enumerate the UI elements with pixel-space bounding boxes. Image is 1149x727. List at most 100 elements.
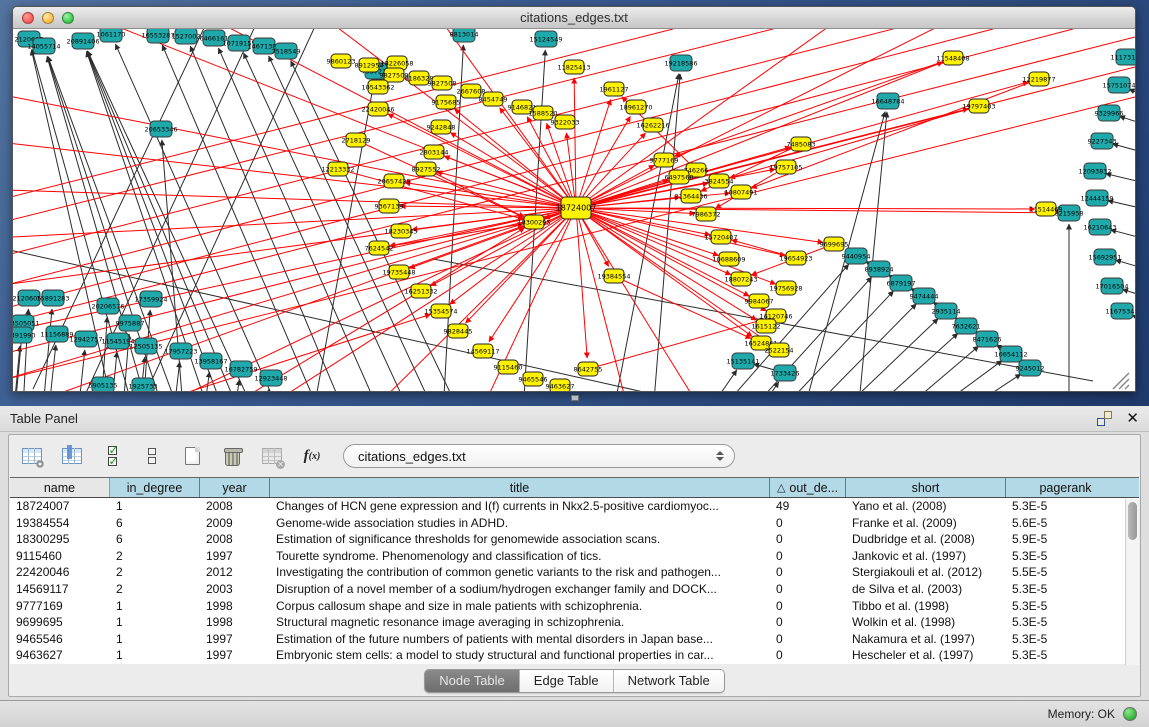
column-header-year[interactable]: year xyxy=(200,478,270,497)
column-header-out_de[interactable]: △out_de... xyxy=(770,478,846,497)
graph-node[interactable]: 12923448 xyxy=(254,370,287,386)
graph-node[interactable]: 1961127 xyxy=(600,82,629,96)
graph-node[interactable]: 15720407 xyxy=(704,230,737,244)
column-header-title[interactable]: title xyxy=(270,478,770,497)
column-header-pagerank[interactable]: pagerank xyxy=(1006,478,1125,497)
graph-node[interactable]: 8642755 xyxy=(574,362,603,376)
graph-node[interactable]: 8813014 xyxy=(450,29,479,42)
float-panel-icon[interactable] xyxy=(1097,411,1112,426)
graph-node[interactable]: 20891406 xyxy=(66,33,99,49)
graph-node[interactable]: 7632621 xyxy=(952,318,981,334)
table-row[interactable]: 1872400712008Changes of HCN gene express… xyxy=(10,498,1139,515)
graph-node[interactable]: 9860123 xyxy=(327,54,356,68)
graph-node[interactable]: 9975887 xyxy=(116,315,145,331)
graph-node[interactable]: 1733426 xyxy=(771,365,800,381)
graph-node[interactable]: 7518549 xyxy=(272,43,301,59)
vertical-scrollbar[interactable] xyxy=(1125,499,1139,665)
graph-node[interactable]: 9474444 xyxy=(910,288,939,304)
table-row[interactable]: 1830029562008Estimation of significance … xyxy=(10,531,1139,548)
graph-node[interactable]: 9465546 xyxy=(519,372,548,386)
tab-edge-table[interactable]: Edge Table xyxy=(520,670,614,692)
graph-node[interactable]: 12444159 xyxy=(1080,190,1113,206)
network-canvas[interactable]: 2120605140557142089140610611701655328715… xyxy=(13,29,1135,392)
graph-node[interactable]: 11675345 xyxy=(1105,303,1135,319)
table-row[interactable]: 1938455462009Genome-wide association stu… xyxy=(10,515,1139,532)
graph-node[interactable]: 16210643 xyxy=(1083,219,1116,235)
graph-node[interactable]: 9699695 xyxy=(820,237,849,251)
graph-node[interactable]: 9115460 xyxy=(494,360,523,374)
graph-node[interactable]: 16251332 xyxy=(404,284,437,298)
graph-node[interactable]: 16782759 xyxy=(224,361,257,377)
graph-node[interactable]: 2935114 xyxy=(932,303,961,319)
graph-node[interactable]: 10688609 xyxy=(712,252,745,266)
row-options-icon[interactable] xyxy=(139,444,165,468)
graph-node[interactable]: 9175685 xyxy=(432,95,461,109)
graph-node[interactable]: 16648784 xyxy=(871,93,904,109)
table-row[interactable]: 946362711997Embryonic stem cells: a mode… xyxy=(10,647,1139,664)
graph-node[interactable]: 15751074 xyxy=(1102,77,1135,93)
graph-node[interactable]: 1061170 xyxy=(97,29,126,42)
column-header-name[interactable]: name xyxy=(10,478,110,497)
table-row[interactable]: 911546021997Tourette syndrome. Phenomeno… xyxy=(10,548,1139,565)
graph-node[interactable]: 9329966 xyxy=(1095,105,1124,121)
graph-node[interactable]: 18724007 xyxy=(556,197,597,219)
graph-node[interactable]: 11825413 xyxy=(557,60,590,74)
graph-node[interactable]: 6879197 xyxy=(887,275,916,291)
graph-node[interactable]: 16553287 xyxy=(141,29,174,43)
graph-node[interactable]: 1925733 xyxy=(129,378,158,392)
delete-column-icon[interactable] xyxy=(219,444,245,468)
graph-node[interactable]: 17016504 xyxy=(1095,278,1128,294)
graph-node[interactable]: 18961270 xyxy=(619,100,652,114)
table-row[interactable]: 1456911722003Disruption of a novel membe… xyxy=(10,581,1139,598)
tab-node-table[interactable]: Node Table xyxy=(425,670,520,692)
table-row[interactable]: 969969511998Structural magnetic resonanc… xyxy=(10,614,1139,631)
graph-node[interactable]: 19218586 xyxy=(664,55,697,71)
new-table-icon[interactable] xyxy=(179,444,205,468)
graph-node[interactable]: 15692951 xyxy=(1088,249,1121,265)
graph-node[interactable]: 11173106 xyxy=(1110,49,1135,65)
scrollbar-thumb[interactable] xyxy=(1128,502,1137,540)
close-panel-icon[interactable]: ✕ xyxy=(1126,411,1139,426)
graph-node[interactable]: 2803144 xyxy=(420,145,449,159)
close-button[interactable] xyxy=(22,12,34,24)
graph-node[interactable]: 12093832 xyxy=(1078,163,1111,179)
select-columns-icon[interactable] xyxy=(99,444,125,468)
graph-node[interactable]: 1527002 xyxy=(172,29,201,44)
show-columns-icon[interactable] xyxy=(59,444,85,468)
graph-node[interactable]: 15354574 xyxy=(424,304,457,318)
tab-network-table[interactable]: Network Table xyxy=(614,670,724,692)
table-selector[interactable]: citations_edges.txt xyxy=(343,444,735,468)
graph-node[interactable]: 19797403 xyxy=(962,99,995,113)
graph-node[interactable]: 9242848 xyxy=(427,120,456,134)
table-row[interactable]: 2242004622012Investigating the contribut… xyxy=(10,564,1139,581)
graph-node[interactable]: 9440954 xyxy=(842,248,871,264)
function-builder-icon[interactable]: f(x) xyxy=(299,444,325,468)
table-settings-icon[interactable] xyxy=(19,444,45,468)
column-header-short[interactable]: short xyxy=(846,478,1006,497)
splitter-grip[interactable] xyxy=(571,395,579,401)
graph-node[interactable]: 9463627 xyxy=(546,379,575,392)
memory-ok-icon[interactable] xyxy=(1123,707,1137,721)
graph-node[interactable]: 9245012 xyxy=(1016,360,1045,376)
table-row[interactable]: 946554611997Estimation of the future num… xyxy=(10,631,1139,648)
network-graph[interactable]: 2120605140557142089140610611701655328715… xyxy=(13,29,1135,392)
graph-node[interactable]: 21364436 xyxy=(674,189,707,203)
graph-node[interactable]: 15135141 xyxy=(726,353,759,369)
graph-node[interactable]: 15124549 xyxy=(529,31,562,47)
graph-node[interactable]: 5905135 xyxy=(89,377,118,392)
graph-node[interactable]: 19757105 xyxy=(769,160,802,174)
graph-node[interactable]: 8471626 xyxy=(973,331,1002,347)
graph-node[interactable]: 9227343 xyxy=(1088,133,1117,149)
table-row[interactable]: 977716911998Corpus callosum shape and si… xyxy=(10,598,1139,615)
graph-node[interactable]: 13958167 xyxy=(194,353,227,369)
graph-node[interactable]: 12942757 xyxy=(69,331,102,347)
column-header-in_degree[interactable]: in_degree xyxy=(110,478,200,497)
resize-grip-icon[interactable] xyxy=(1113,373,1129,389)
network-window-titlebar[interactable]: citations_edges.txt xyxy=(13,7,1135,29)
zoom-button[interactable] xyxy=(62,12,74,24)
minimize-button[interactable] xyxy=(42,12,54,24)
graph-node[interactable]: 3824554 xyxy=(705,174,734,188)
graph-node[interactable]: 8938924 xyxy=(865,261,894,277)
graph-node[interactable]: 22420046 xyxy=(361,102,394,116)
graph-node[interactable]: 9391990 xyxy=(13,327,35,343)
